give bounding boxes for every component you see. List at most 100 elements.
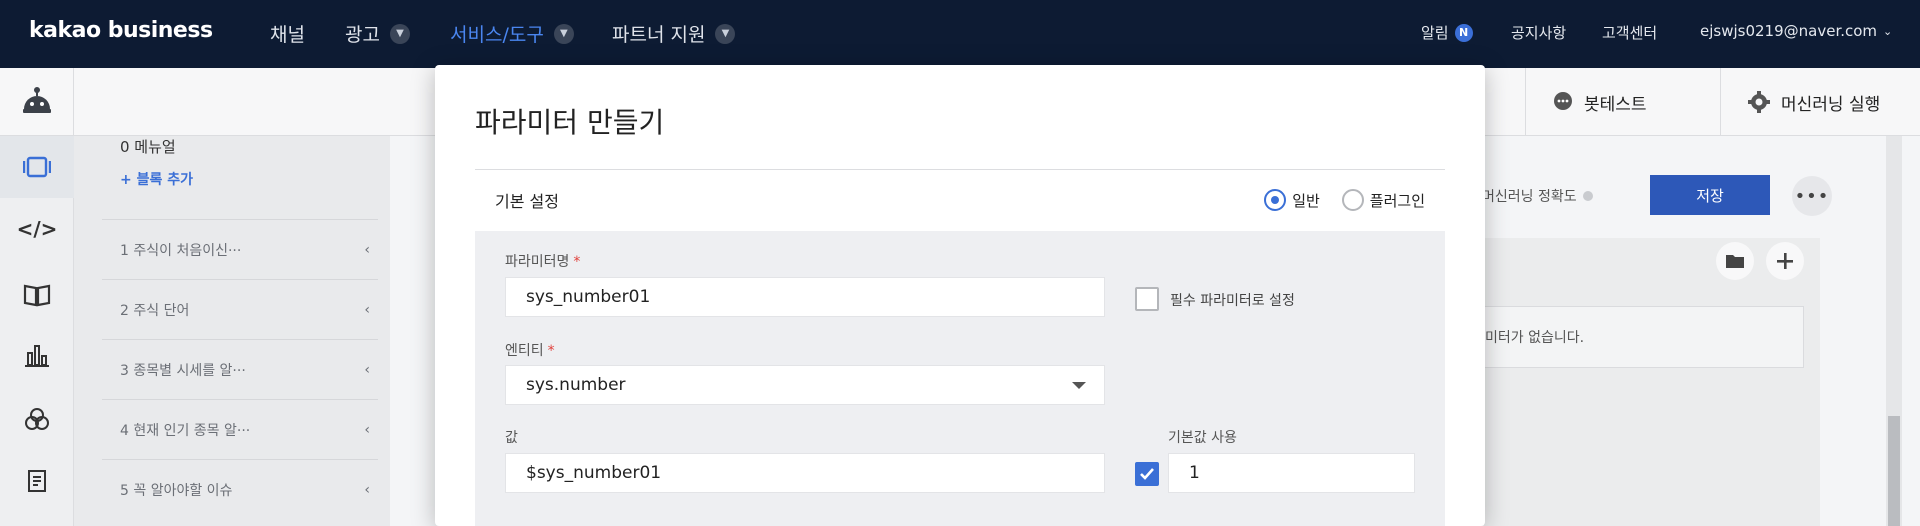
rail-log[interactable] xyxy=(0,450,74,512)
scenario-icon xyxy=(23,156,51,178)
top-navigation: kakao business 채널 광고 ▼ 서비스/도구 ▼ 파트너 지원 ▼… xyxy=(0,0,1920,68)
main-scrollbar[interactable] xyxy=(1886,136,1902,526)
param-name-label: 파라미터명 * xyxy=(505,251,580,271)
radio-general[interactable]: 일반 xyxy=(1264,189,1320,211)
radio-label: 플러그인 xyxy=(1369,191,1425,210)
dropdown-caret-icon xyxy=(1072,382,1086,389)
ml-run-button[interactable]: 머신러닝 실행 xyxy=(1720,68,1906,136)
parameter-panel xyxy=(1484,238,1820,526)
add-block-button[interactable]: + 블록 추가 xyxy=(120,169,193,189)
folder-icon[interactable] xyxy=(1716,242,1754,280)
value-label: 값 xyxy=(505,430,518,446)
nav-item-channel[interactable]: 채널 xyxy=(270,20,305,47)
default-value-checkbox[interactable] xyxy=(1135,462,1159,486)
create-parameter-modal: 파라미터 만들기 기본 설정 일반 플러그인 파라미터명 * sys_number… xyxy=(435,65,1485,526)
label-text: 엔티티 xyxy=(505,343,544,359)
notice-label: 공지사항 xyxy=(1511,24,1567,42)
scenario-item-label: 3 종목별 시세를 알··· xyxy=(120,362,246,379)
entity-label: 엔티티 * xyxy=(505,340,555,360)
basic-settings-header: 기본 설정 일반 플러그인 xyxy=(475,170,1445,230)
ml-accuracy-indicator: 머신러닝 정확도 xyxy=(1482,186,1593,206)
kakao-business-logo[interactable]: kakao business xyxy=(29,18,213,43)
document-icon xyxy=(28,470,46,492)
scenario-item[interactable]: 5 꼭 알아야할 이슈 ‹ xyxy=(102,459,378,519)
more-options-icon[interactable]: ••• xyxy=(1792,176,1832,216)
status-dot xyxy=(1582,191,1593,201)
radio-selected-icon xyxy=(1264,189,1287,211)
scenario-item-label: 2 주식 단어 xyxy=(120,302,190,319)
label-text: 파라미터명 xyxy=(505,254,570,270)
scenario-item[interactable]: 3 종목별 시세를 알··· ‹ xyxy=(102,339,378,399)
support-link[interactable]: 고객센터 xyxy=(1602,22,1657,43)
chevron-left-icon: ‹ xyxy=(364,241,370,258)
modal-title: 파라미터 만들기 xyxy=(475,106,665,139)
chat-bubble-icon xyxy=(1554,92,1572,110)
nav-item-partner-support[interactable]: 파트너 지원 ▼ xyxy=(612,20,736,47)
nav-item-ads[interactable]: 광고 ▼ xyxy=(345,20,410,47)
radio-label: 일반 xyxy=(1292,191,1320,210)
triple-circle-icon xyxy=(25,408,49,430)
scrollbar-thumb[interactable] xyxy=(1888,416,1900,526)
scenario-item[interactable]: 2 주식 단어 ‹ xyxy=(102,279,378,339)
input-value: 1 xyxy=(1189,463,1200,483)
robot-icon xyxy=(22,87,51,113)
radio-plugin[interactable]: 플러그인 xyxy=(1341,189,1425,211)
chevron-left-icon: ‹ xyxy=(364,481,370,498)
save-button[interactable]: 저장 xyxy=(1650,175,1770,215)
select-value: sys.number xyxy=(526,375,626,395)
input-value: sys_number01 xyxy=(526,287,651,307)
left-icon-rail: </> xyxy=(0,136,74,526)
rail-scenario[interactable] xyxy=(0,136,74,198)
bot-test-button[interactable]: 봇테스트 xyxy=(1525,68,1673,136)
gear-icon xyxy=(1748,91,1770,113)
notice-link[interactable]: 공지사항 xyxy=(1511,22,1566,43)
alarm-link[interactable]: 알림 N xyxy=(1421,22,1473,43)
bar-chart-icon xyxy=(25,345,49,367)
empty-parameter-box: 미터가 없습니다. xyxy=(1484,306,1804,368)
chevron-down-icon: ▼ xyxy=(715,23,736,44)
radio-unselected-icon xyxy=(1341,189,1364,211)
required-param-checkbox[interactable] xyxy=(1135,287,1159,311)
entity-select[interactable]: sys.number xyxy=(505,365,1105,405)
scenario-top-item[interactable]: 0 메뉴얼 xyxy=(120,136,176,154)
nav-item-label: 광고 xyxy=(345,24,380,46)
section-title: 기본 설정 xyxy=(495,192,559,211)
rail-context[interactable] xyxy=(0,388,74,450)
chevron-left-icon: ‹ xyxy=(364,421,370,438)
default-value-input[interactable]: 1 xyxy=(1168,453,1415,493)
rail-skill[interactable]: </> xyxy=(0,198,74,260)
empty-message: 미터가 없습니다. xyxy=(1485,330,1585,346)
required-mark: * xyxy=(547,343,555,359)
chevron-left-icon: ‹ xyxy=(364,301,370,318)
account-menu[interactable]: ejswjs0219@naver.com ⌄ xyxy=(1700,22,1892,40)
value-input[interactable]: $sys_number01 xyxy=(505,453,1105,493)
ml-accuracy-label: 머신러닝 정확도 xyxy=(1482,189,1577,205)
nav-item-label: 파트너 지원 xyxy=(612,24,706,46)
bot-test-label: 봇테스트 xyxy=(1584,94,1647,115)
parameter-type-radio-group: 일반 플러그인 xyxy=(1264,189,1425,211)
nav-item-services-tools[interactable]: 서비스/도구 ▼ xyxy=(450,20,574,47)
plus-icon[interactable] xyxy=(1766,242,1804,280)
default-value-label: 기본값 사용 xyxy=(1168,430,1237,446)
nav-item-label: 채널 xyxy=(270,24,305,46)
scenario-item[interactable]: 1 주식이 처음이신··· ‹ xyxy=(102,219,378,279)
scenario-item-label: 4 현재 인기 종목 알··· xyxy=(120,422,251,439)
chevron-left-icon: ‹ xyxy=(364,361,370,378)
chevron-down-icon: ▼ xyxy=(553,23,574,44)
rail-analytics[interactable] xyxy=(0,324,74,386)
alarm-label: 알림 xyxy=(1421,24,1449,42)
bot-avatar[interactable] xyxy=(0,68,74,136)
param-name-input[interactable]: sys_number01 xyxy=(505,277,1105,317)
chevron-down-icon: ▼ xyxy=(389,23,410,44)
code-icon: </> xyxy=(16,217,58,241)
rail-entity[interactable] xyxy=(0,264,74,326)
ml-run-label: 머신러닝 실행 xyxy=(1781,94,1881,115)
support-label: 고객센터 xyxy=(1602,24,1658,42)
required-param-label: 필수 파라미터로 설정 xyxy=(1170,293,1295,309)
checkmark-icon xyxy=(1140,468,1154,480)
book-icon xyxy=(23,284,51,307)
scenario-item[interactable]: 4 현재 인기 종목 알··· ‹ xyxy=(102,399,378,459)
parameter-form: 파라미터명 * sys_number01 필수 파라미터로 설정 엔티티 * sys… xyxy=(475,231,1445,526)
scenario-item-label: 1 주식이 처음이신··· xyxy=(120,242,242,259)
chevron-down-icon: ⌄ xyxy=(1883,24,1893,38)
